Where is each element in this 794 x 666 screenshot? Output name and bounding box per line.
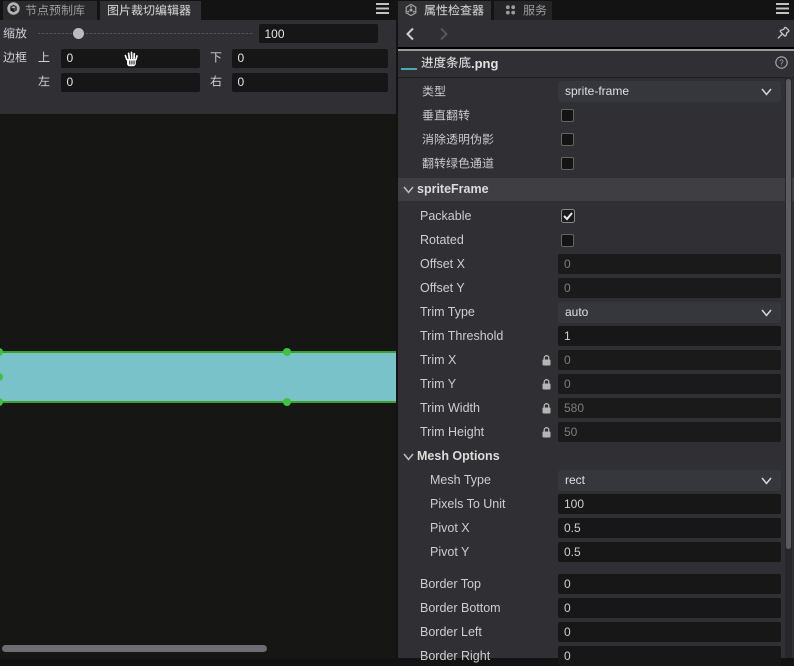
svg-text:?: ? — [779, 58, 784, 67]
